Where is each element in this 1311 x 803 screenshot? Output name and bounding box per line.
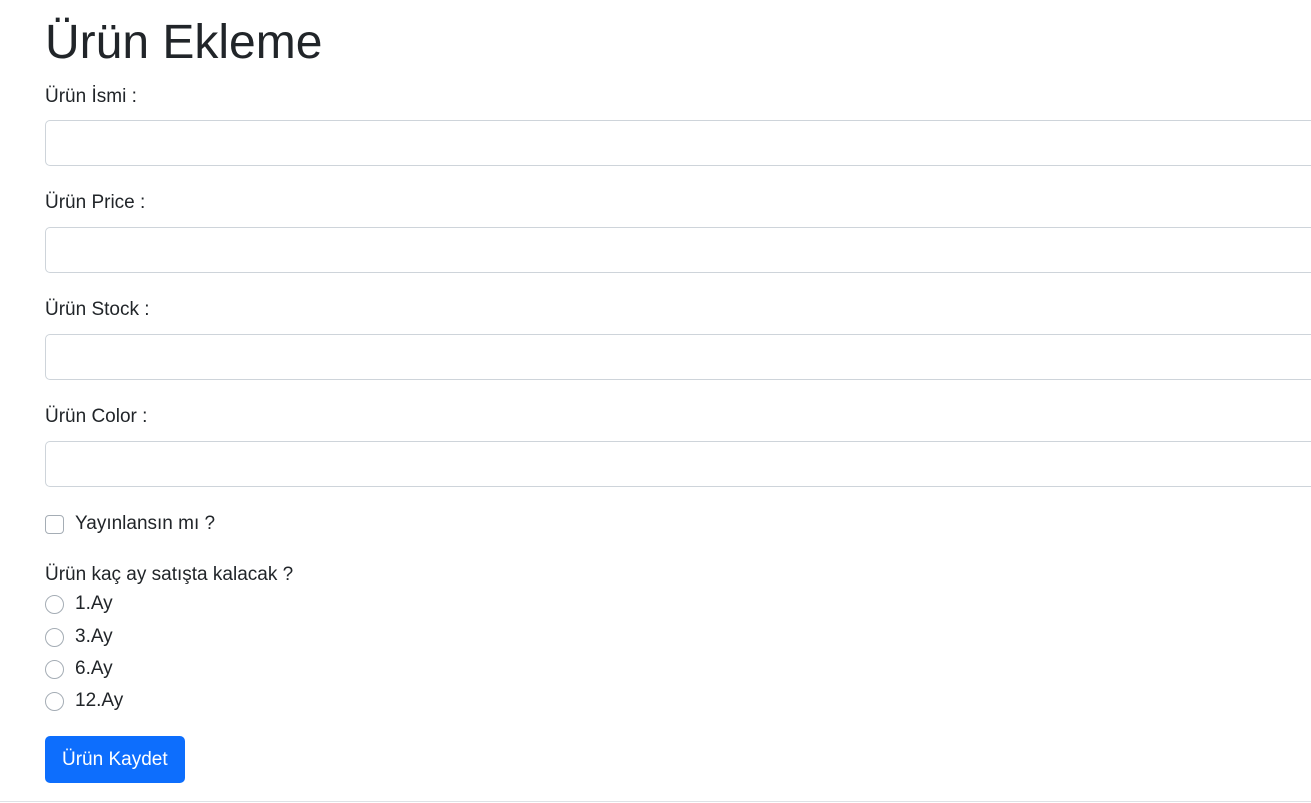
publish-checkbox-label: Yayınlansın mı ? [75,513,216,534]
product-color-label: Ürün Color : [45,406,148,427]
duration-option-6[interactable]: 6.Ay [45,657,113,681]
product-stock-input[interactable] [45,334,1311,380]
product-color-input[interactable] [45,441,1311,487]
product-price-input[interactable] [45,227,1311,273]
duration-radio-6[interactable] [45,659,64,679]
duration-question-label: Ürün kaç ay satışta kalacak ? [45,564,294,585]
page-divider [0,801,1311,802]
product-name-input[interactable] [45,120,1311,166]
page-title: Ürün Ekleme [45,16,323,69]
duration-radio-3[interactable] [45,627,64,647]
product-price-label: Ürün Price : [45,192,146,213]
duration-option-3[interactable]: 3.Ay [45,625,113,649]
duration-option-label: 3.Ay [75,626,113,647]
duration-radio-1[interactable] [45,594,64,614]
product-name-label: Ürün İsmi : [45,86,137,107]
duration-option-label: 1.Ay [75,593,113,614]
duration-option-1[interactable]: 1.Ay [45,592,113,616]
duration-option-label: 6.Ay [75,658,113,679]
product-stock-label: Ürün Stock : [45,299,150,320]
page: Ürün Ekleme Ürün İsmi : Ürün Price : Ürü… [0,0,1311,803]
save-product-button[interactable]: Ürün Kaydet [45,736,185,783]
publish-checkbox-row[interactable]: Yayınlansın mı ? [45,513,215,535]
duration-radio-12[interactable] [45,691,64,711]
duration-option-12[interactable]: 12.Ay [45,689,123,713]
duration-option-label: 12.Ay [75,690,124,711]
publish-checkbox[interactable] [45,514,64,534]
